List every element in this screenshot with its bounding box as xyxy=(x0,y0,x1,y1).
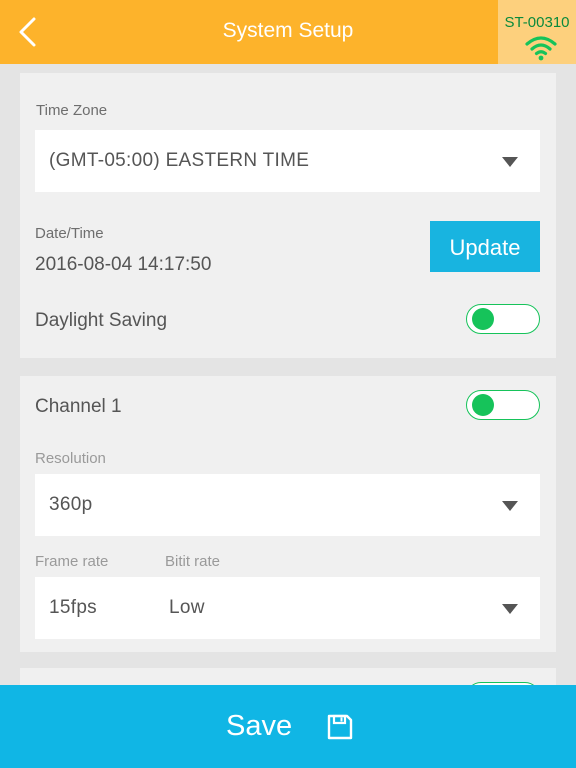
frame-bit-rate-select[interactable]: 15fps Low xyxy=(35,577,540,639)
time-settings-card: Time Zone (GMT-05:00) EASTERN TIME Date/… xyxy=(20,73,556,358)
floppy-disk-icon xyxy=(327,714,353,740)
daylight-saving-label: Daylight Saving xyxy=(35,310,168,331)
channel-1-label: Channel 1 xyxy=(35,396,122,417)
time-zone-label: Time Zone xyxy=(36,102,108,119)
toggle-knob xyxy=(472,394,494,416)
device-id: ST-00310 xyxy=(504,14,570,31)
device-status: ST-00310 xyxy=(498,0,576,64)
wifi-icon xyxy=(525,36,557,61)
toggle-knob xyxy=(472,308,494,330)
save-label: Save xyxy=(226,710,293,742)
frame-rate-label: Frame rate xyxy=(35,553,109,570)
resolution-value: 360p xyxy=(49,494,93,515)
date-time-label: Date/Time xyxy=(35,225,104,242)
date-time-value: 2016-08-04 14:17:50 xyxy=(35,254,212,275)
dropdown-caret-icon xyxy=(502,501,518,511)
bit-rate-value: Low xyxy=(169,597,205,618)
channel-1-card: Channel 1 Resolution 360p Frame rate Bit… xyxy=(20,376,556,652)
dropdown-caret-icon xyxy=(502,604,518,614)
time-zone-select[interactable]: (GMT-05:00) EASTERN TIME xyxy=(35,130,540,192)
daylight-saving-toggle[interactable] xyxy=(466,304,540,334)
update-button[interactable]: Update xyxy=(430,221,540,272)
channel-1-toggle[interactable] xyxy=(466,390,540,420)
header-bar: System Setup ST-00310 xyxy=(0,0,576,64)
bit-rate-label: Bitit rate xyxy=(165,553,221,570)
resolution-select[interactable]: 360p xyxy=(35,474,540,536)
save-button[interactable]: Save xyxy=(0,685,576,768)
resolution-label: Resolution xyxy=(35,450,106,467)
time-zone-value: (GMT-05:00) EASTERN TIME xyxy=(49,150,310,171)
frame-rate-value: 15fps xyxy=(49,597,97,618)
page-title: System Setup xyxy=(222,19,354,42)
dropdown-caret-icon xyxy=(502,157,518,167)
